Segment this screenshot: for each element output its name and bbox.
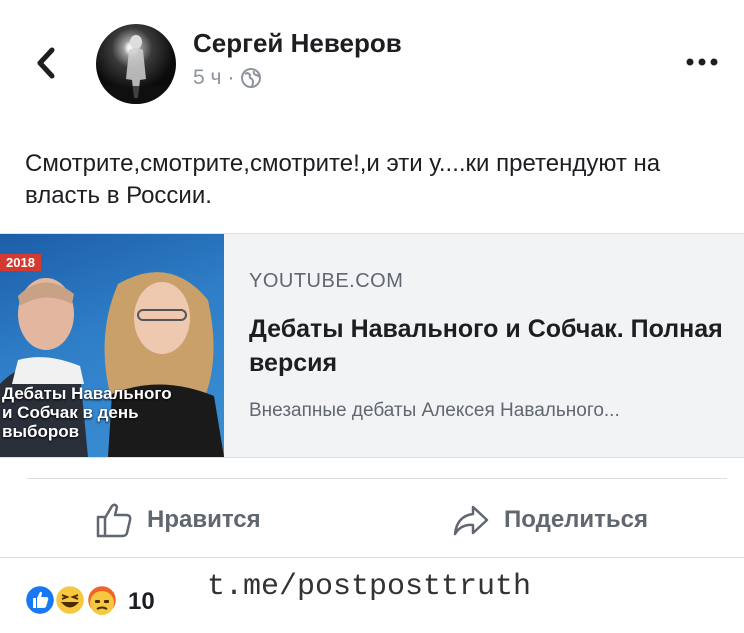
post-author-name[interactable]: Сергей Неверов xyxy=(193,28,402,59)
post-time[interactable]: 5 ч xyxy=(193,66,221,90)
thumbnail-caption: Дебаты Навального и Собчак в день выборо… xyxy=(2,384,172,441)
share-label: Поделиться xyxy=(504,506,649,533)
like-button[interactable]: Нравится xyxy=(95,498,261,542)
thumbnail-year-badge: 2018 xyxy=(0,254,41,271)
link-title[interactable]: Дебаты Навального и Собчак. Полная верси… xyxy=(249,312,729,380)
meta-separator: · xyxy=(227,66,235,89)
thumbnail-caption-line: и Собчак в день xyxy=(2,403,139,422)
thumbnail-caption-line: выборов xyxy=(2,422,80,441)
link-description: Внезапные дебаты Алексея Навального... xyxy=(249,400,620,421)
watermark-text: t.me/postposttruth xyxy=(207,570,532,604)
thumbnail-caption-line: Дебаты Навального xyxy=(2,384,172,403)
link-preview-card[interactable]: 2018 Дебаты Навального и Собчак в день в… xyxy=(0,233,744,458)
avatar[interactable] xyxy=(96,24,176,104)
like-label: Нравится xyxy=(147,506,261,533)
more-options-icon[interactable] xyxy=(684,54,720,70)
haha-icon xyxy=(53,583,87,617)
video-thumbnail[interactable]: 2018 Дебаты Навального и Собчак в день в… xyxy=(0,234,224,457)
thumbs-up-icon xyxy=(96,503,132,538)
angry-icon xyxy=(85,583,119,617)
share-button[interactable]: Поделиться xyxy=(452,498,648,542)
share-arrow-icon xyxy=(453,505,489,536)
link-domain: YOUTUBE.COM xyxy=(249,270,404,292)
post-text: Смотрите,смотрите,смотрите!,и эти у....к… xyxy=(25,150,661,209)
reactions-summary[interactable] xyxy=(24,583,124,617)
back-arrow-icon[interactable] xyxy=(32,42,62,84)
like-icon xyxy=(24,583,57,617)
divider xyxy=(0,557,744,558)
avatar-figure-icon xyxy=(96,35,176,104)
post-meta: 5 ч · xyxy=(193,66,262,90)
globe-icon xyxy=(241,68,262,88)
reaction-count[interactable]: 10 xyxy=(128,588,155,616)
divider xyxy=(27,478,727,479)
